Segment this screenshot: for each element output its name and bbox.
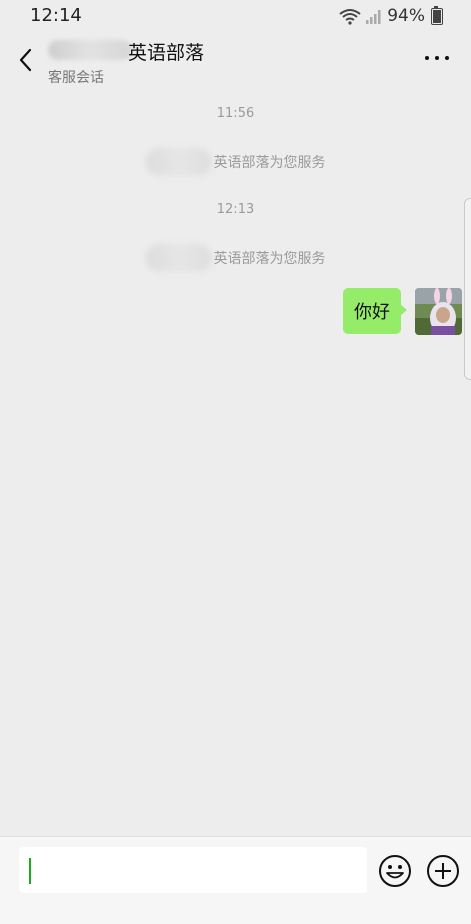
avatar[interactable] bbox=[415, 288, 462, 335]
status-bar: 12:14 94% bbox=[0, 0, 471, 32]
status-icons: 94% bbox=[339, 5, 443, 26]
status-time: 12:14 bbox=[30, 5, 82, 26]
chat-title: 英语部落 bbox=[128, 42, 205, 64]
system-message: 英语部落为您服务 bbox=[0, 244, 471, 272]
signal-icon bbox=[366, 9, 381, 24]
plus-icon[interactable] bbox=[426, 854, 460, 888]
wifi-icon bbox=[339, 8, 361, 25]
battery-icon bbox=[431, 5, 443, 25]
more-icon[interactable] bbox=[425, 54, 449, 62]
message-timestamp: 12:13 bbox=[216, 202, 255, 217]
redacted-name bbox=[145, 244, 212, 272]
chat-subtitle: 客服会话 bbox=[48, 70, 104, 86]
outgoing-message-bubble[interactable]: 你好 bbox=[343, 288, 407, 334]
input-bar bbox=[0, 836, 471, 924]
battery-percent: 94% bbox=[387, 6, 425, 26]
redacted-name bbox=[48, 40, 132, 60]
side-drawer-handle[interactable] bbox=[464, 198, 471, 380]
message-list: 11:56 英语部落为您服务 12:13 英语部落为您服务 你好 bbox=[0, 90, 471, 835]
message-timestamp: 11:56 bbox=[216, 106, 255, 121]
system-message-text: 英语部落为您服务 bbox=[213, 251, 326, 267]
system-message-text: 英语部落为您服务 bbox=[213, 155, 326, 171]
avatar-image bbox=[415, 288, 462, 335]
system-message: 英语部落为您服务 bbox=[0, 148, 471, 176]
chevron-left-icon[interactable] bbox=[14, 46, 38, 74]
redacted-name bbox=[145, 148, 212, 176]
message-input[interactable] bbox=[19, 847, 367, 893]
text-caret bbox=[29, 858, 31, 884]
chat-header: 英语部落 客服会话 bbox=[0, 32, 471, 90]
emoji-icon[interactable] bbox=[378, 854, 412, 888]
